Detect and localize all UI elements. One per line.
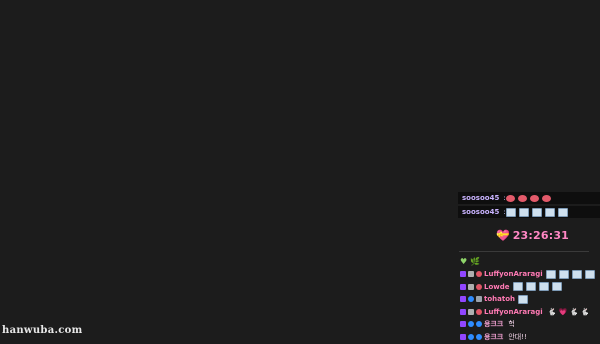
- subscriber-badge-icon: [460, 308, 466, 315]
- heart-icon: 💝: [496, 229, 510, 242]
- badge-icon: [468, 333, 474, 340]
- gift-badge-icon: [468, 283, 474, 290]
- emote-icon: [529, 194, 539, 202]
- badge-icon: [476, 283, 482, 290]
- emote-icon: [584, 269, 595, 279]
- emote-icon: [518, 207, 529, 217]
- subscriber-badge-icon: [460, 296, 466, 302]
- timer-text: 23:26:31: [512, 229, 570, 242]
- emote-icon: [541, 194, 551, 202]
- top-chat-overlay: soosoo45 : soosoo45 :: [458, 192, 600, 220]
- subscriber-badge-icon: [460, 283, 466, 290]
- emote-icon: [551, 282, 562, 291]
- chat-message-text: 안대!!: [508, 332, 527, 341]
- emote-icon: [557, 207, 568, 217]
- emote-icon: [571, 269, 582, 279]
- subscriber-badge-icon: [460, 271, 466, 277]
- chat-username: LuffyonAraragi: [484, 270, 543, 278]
- stream-timer: 💝 23:26:31: [496, 229, 569, 242]
- chat-username: soosoo45: [462, 208, 500, 216]
- chat-message: 용크크 헉: [460, 319, 600, 330]
- chat-message: Lowde: [460, 281, 600, 292]
- chat-username: tohatoh: [484, 295, 516, 303]
- chat-list: ♥ 🌿 LuffyonAraragi Lowde tohatoh Luffyon…: [460, 256, 600, 344]
- chat-header-row: ♥ 🌿: [460, 256, 600, 267]
- badge-icon: [476, 271, 482, 277]
- chat-line: soosoo45 :: [458, 192, 600, 204]
- emote-icon: [538, 282, 549, 291]
- emote-icon: [544, 207, 555, 217]
- watermark: hanwuba.com: [2, 325, 83, 336]
- sprout-icon: 🌿: [470, 257, 481, 266]
- chat-username: Lowde: [484, 282, 510, 291]
- emote-icon: [558, 269, 569, 279]
- gift-badge-icon: [468, 308, 474, 315]
- chat-message: LuffyonAraragi 🐇 💗 🐇 🐇: [460, 306, 600, 317]
- badge-icon: [476, 308, 482, 315]
- emote-icon: [517, 194, 527, 202]
- chat-message-text: 헉: [508, 320, 515, 328]
- emote-icon: [505, 194, 515, 202]
- emote-icon: [518, 294, 529, 304]
- chat-message: LuffyonAraragi: [460, 269, 600, 280]
- heart-icon: ♥: [460, 257, 468, 266]
- emote-icon: [505, 207, 516, 217]
- emote-icon: [545, 269, 556, 279]
- chat-username: LuffyonAraragi: [484, 307, 543, 316]
- divider: [459, 251, 589, 252]
- subscriber-badge-icon: [460, 321, 466, 327]
- chat-username: 용크크: [484, 332, 504, 341]
- badge-icon: [468, 296, 474, 302]
- emote-icon: [531, 207, 542, 217]
- badge-icon: [468, 321, 474, 327]
- chat-message-text: 🐇 💗 🐇 🐇: [547, 307, 590, 316]
- chat-username: 용크크: [484, 320, 504, 328]
- gift-badge-icon: [468, 271, 474, 277]
- chat-message: tohatoh: [460, 294, 600, 305]
- badge-icon: [476, 296, 482, 302]
- chat-username: soosoo45: [462, 194, 500, 202]
- chat-line: soosoo45 :: [458, 206, 600, 218]
- badge-icon: [476, 333, 482, 340]
- emote-icon: [525, 282, 536, 291]
- badge-icon: [476, 321, 482, 327]
- subscriber-badge-icon: [460, 333, 466, 340]
- chat-message: 용크크 안대!!: [460, 331, 600, 342]
- emote-icon: [512, 282, 523, 291]
